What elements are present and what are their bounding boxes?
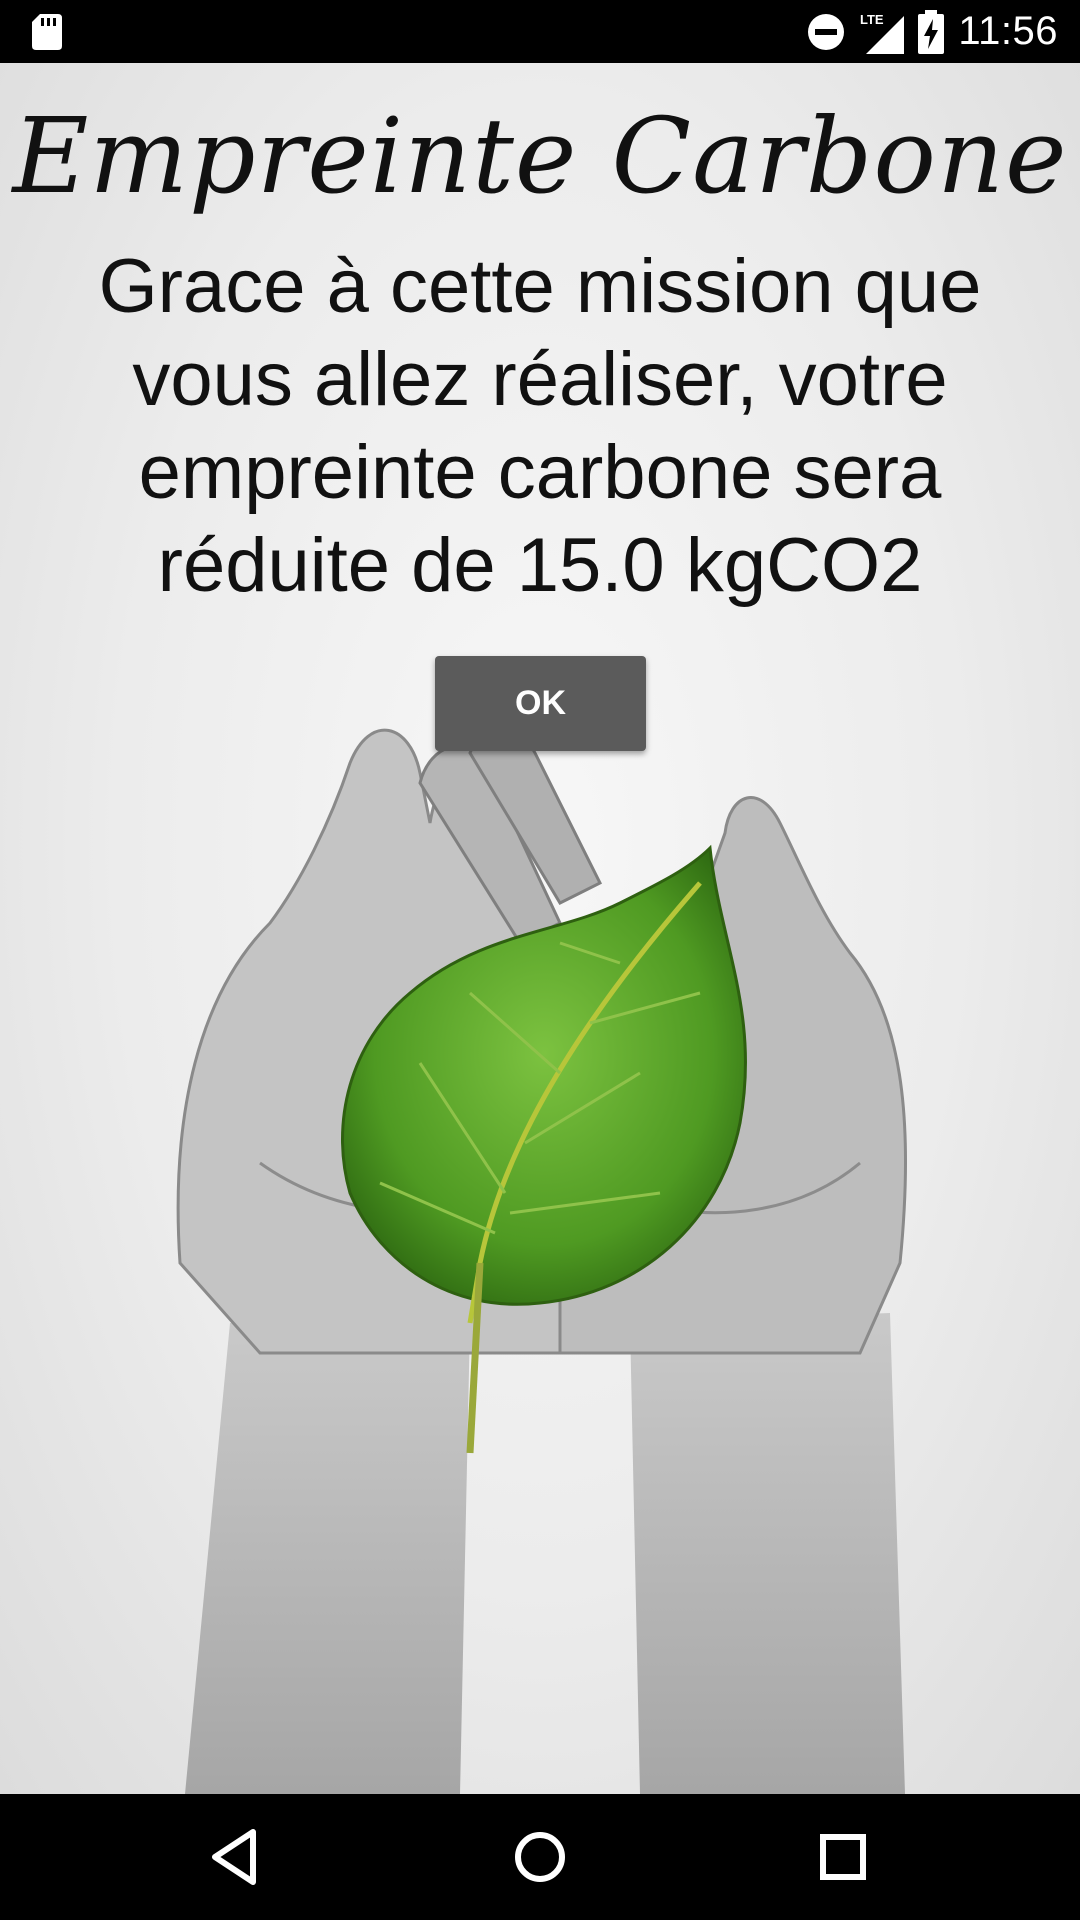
main-screen: Empreinte Carbone Grace à cette mission … — [0, 63, 1080, 1794]
message-line: vous allez réaliser, votre — [132, 337, 948, 422]
back-icon[interactable] — [201, 1822, 271, 1892]
status-time: 11:56 — [958, 9, 1058, 53]
status-bar: LTE 11:56 — [0, 0, 1080, 63]
message-line: réduite de 15.0 kgCO2 — [157, 523, 923, 608]
battery-charging-icon — [918, 9, 945, 54]
navigation-bar — [0, 1794, 1080, 1920]
page-title: Empreinte Carbone — [12, 95, 1068, 217]
message-line: Grace à cette mission que — [98, 244, 982, 329]
ok-button[interactable]: OK — [435, 656, 646, 751]
sd-card-icon — [32, 14, 62, 50]
recents-icon[interactable] — [808, 1822, 878, 1892]
mission-message: Grace à cette mission que vous allez réa… — [60, 240, 1020, 612]
home-icon[interactable] — [505, 1822, 575, 1892]
lte-label: LTE — [860, 12, 884, 27]
do-not-disturb-icon — [808, 13, 845, 50]
message-line: empreinte carbone sera — [138, 430, 942, 515]
signal-icon: LTE — [860, 12, 905, 54]
